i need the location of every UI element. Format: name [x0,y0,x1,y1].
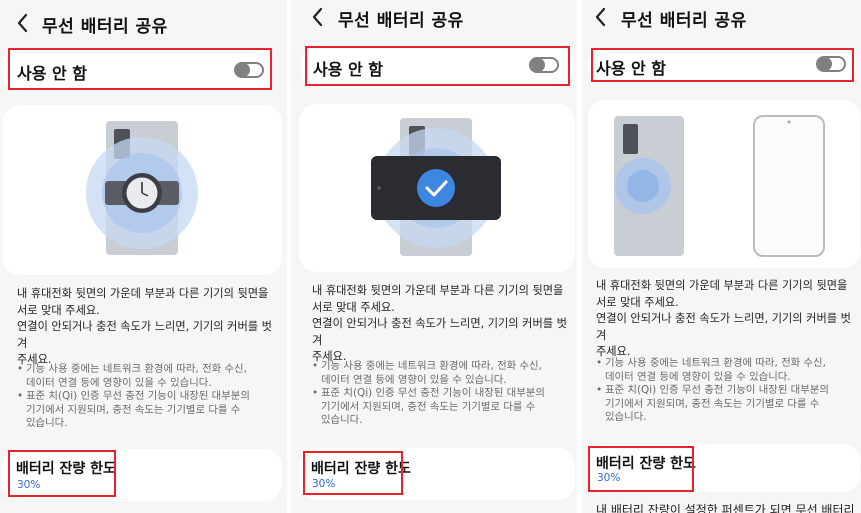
app-bar: 무선 배터리 공유 [582,0,861,36]
note-bullet: • [17,363,24,375]
toggle-switch[interactable] [529,57,559,73]
instruction-line: 연결이 안되거나 충전 속도가 느리면, 기기의 커버를 벗겨 [312,317,567,347]
battery-limit-description-cut: 내 배터리 잔량이 설정한 퍼센트가 되면 무선 배터리 [596,503,855,513]
note-line: 데이터 연결 등에 영향이 있을 수 있습니다. [605,370,791,383]
note-bullet: • [17,390,24,403]
toggle-knob [531,58,545,72]
note-bullet: • [596,384,603,397]
back-arrow-icon[interactable] [311,7,325,27]
screenshot-panel-3: 무선 배터리 공유 사용 안 함 내 휴대전화 뒷면의 가운데 부분과 다른 기… [582,0,861,513]
battery-limit-card[interactable]: 배터리 잔량 한도 30% [588,444,860,492]
toggle-switch[interactable] [234,62,264,78]
note-item: • 표준 치(Qi) 인증 무선 충전 기능이 내장된 대부분의 기기에서 지원… [17,390,279,431]
note-line: 표준 치(Qi) 인증 무선 충전 기능이 내장된 대부분의 [605,384,829,397]
note-line: 있습니다. [321,414,363,427]
toggle-label: 사용 안 함 [313,60,384,79]
note-line: 있습니다. [26,417,68,430]
note-line: 기능 사용 중에는 네트워크 환경에 따라, 전화 수신, [26,363,247,375]
battery-limit-title: 배터리 잔량 한도 [16,461,116,477]
toggle-knob [236,63,250,77]
instruction-text: 내 휴대전화 뒷면의 가운데 부분과 다른 기기의 뒷면을 서로 맞대 주세요.… [596,278,858,361]
note-line: 표준 치(Qi) 인증 무선 충전 기능이 내장된 대부분의 [321,387,545,400]
battery-limit-value: 30% [597,472,621,484]
instruction-line: 연결이 안되거나 충전 속도가 느리면, 기기의 커버를 벗겨 [596,312,851,342]
note-line: 기능 사용 중에는 네트워크 환경에 따라, 전화 수신, [321,360,542,372]
illustration-phone-and-phone-side-by-side [614,115,825,257]
instruction-line: 연결이 안되거나 충전 속도가 느리면, 기기의 커버를 벗겨 [17,320,272,350]
instruction-line: 내 휴대전화 뒷면의 가운데 부분과 다른 기기의 뒷면을 [17,287,269,300]
note-bullet: • [312,360,319,372]
note-line: 표준 치(Qi) 인증 무선 충전 기능이 내장된 대부분의 [26,390,250,403]
toggle-knob [818,57,832,71]
note-item: • 기능 사용 중에는 네트워크 환경에 따라, 전화 수신, 데이터 연결 등… [17,363,279,390]
note-bullet: • [596,357,603,369]
notes-list: • 기능 사용 중에는 네트워크 환경에 따라, 전화 수신, 데이터 연결 등… [596,357,858,425]
battery-limit-title: 배터리 잔량 한도 [596,456,696,472]
instruction-line: 서로 맞대 주세요. [17,303,100,317]
note-item: • 표준 치(Qi) 인증 무선 충전 기능이 내장된 대부분의 기기에서 지원… [312,387,574,428]
app-bar: 무선 배터리 공유 [291,0,577,36]
back-arrow-icon[interactable] [594,7,608,27]
note-item: • 기능 사용 중에는 네트워크 환경에 따라, 전화 수신, 데이터 연결 등… [312,360,574,387]
page-title: 무선 배터리 공유 [338,11,464,31]
battery-limit-value: 30% [17,479,41,491]
illustration-watch-on-phone [86,121,198,255]
instruction-line: 서로 맞대 주세요. [596,295,679,309]
battery-limit-value: 30% [312,478,336,490]
note-line: 데이터 연결 등에 영향이 있을 수 있습니다. [321,373,507,386]
page-title: 무선 배터리 공유 [42,17,168,37]
note-line: 기능 사용 중에는 네트워크 환경에 따라, 전화 수신, [605,357,826,369]
screenshot-panel-2: 무선 배터리 공유 사용 안 함 내 휴대전화 뒷면의 가운데 부분과 다른 기… [291,0,577,513]
note-line: 데이터 연결 등에 영향이 있을 수 있습니다. [26,376,212,389]
note-item: • 표준 치(Qi) 인증 무선 충전 기능이 내장된 대부분의 기기에서 지원… [596,384,858,425]
toggle-card[interactable]: 사용 안 함 [588,48,856,82]
toggle-card[interactable]: 사용 안 함 [2,48,272,90]
page-title: 무선 배터리 공유 [621,11,747,31]
screenshot-panel-1: 무선 배터리 공유 사용 안 함 내 휴대전화 뒷면의 가운데 부분과 다른 기… [0,0,287,513]
notes-list: • 기능 사용 중에는 네트워크 환경에 따라, 전화 수신, 데이터 연결 등… [17,363,279,431]
toggle-label: 사용 안 함 [17,64,88,83]
note-line: 있습니다. [605,411,647,424]
instruction-line: 서로 맞대 주세요. [312,300,395,314]
note-line: 기기에서 지원되며, 충전 속도는 기기별로 다를 수 [321,400,536,413]
app-bar: 무선 배터리 공유 [0,4,287,40]
instruction-text: 내 휴대전화 뒷면의 가운데 부분과 다른 기기의 뒷면을 서로 맞대 주세요.… [312,283,574,366]
back-arrow-icon[interactable] [16,13,30,33]
note-bullet: • [312,387,319,400]
toggle-card[interactable]: 사용 안 함 [301,46,573,88]
note-line: 기기에서 지원되며, 충전 속도는 기기별로 다를 수 [605,397,820,410]
battery-limit-card[interactable]: 배터리 잔량 한도 30% [2,449,282,501]
toggle-switch[interactable] [816,56,846,72]
notes-list: • 기능 사용 중에는 네트워크 환경에 따라, 전화 수신, 데이터 연결 등… [312,360,574,428]
note-line: 기기에서 지원되며, 충전 속도는 기기별로 다를 수 [26,403,241,416]
toggle-label: 사용 안 함 [596,59,667,78]
instruction-text: 내 휴대전화 뒷면의 가운데 부분과 다른 기기의 뒷면을 서로 맞대 주세요.… [17,286,279,369]
instruction-line: 내 휴대전화 뒷면의 가운데 부분과 다른 기기의 뒷면을 [312,284,564,297]
instruction-line: 내 휴대전화 뒷면의 가운데 부분과 다른 기기의 뒷면을 [596,279,848,292]
battery-limit-title: 배터리 잔량 한도 [311,461,411,477]
note-item: • 기능 사용 중에는 네트워크 환경에 따라, 전화 수신, 데이터 연결 등… [596,357,858,384]
battery-limit-card[interactable]: 배터리 잔량 한도 30% [299,448,575,500]
illustration-phone-on-phone-check [371,118,501,256]
